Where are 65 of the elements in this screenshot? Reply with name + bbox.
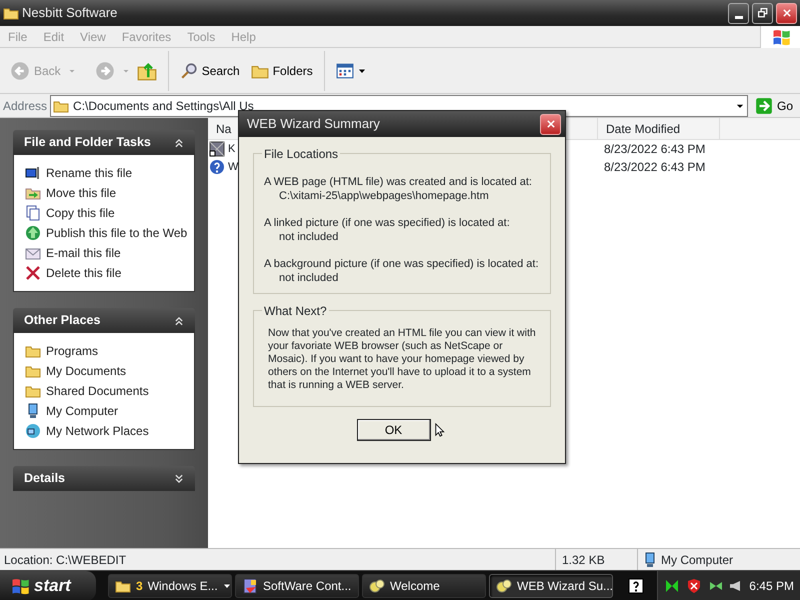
- task-link[interactable]: Copy this file: [25, 203, 183, 223]
- message-text: A WEB page (HTML file) was created and is located at:: [264, 175, 533, 189]
- close-icon: [782, 8, 792, 18]
- location-value: C:\xitami-25\app\webpages\homepage.htm: [278, 189, 490, 203]
- views-grid-icon: [336, 62, 354, 80]
- dialog-title: WEB Wizard Summary: [247, 115, 380, 134]
- restore-icon: [758, 8, 768, 18]
- task-link[interactable]: Rename this file: [25, 163, 183, 183]
- close-button[interactable]: [776, 2, 797, 24]
- message-text: Now that you've created an HTML file you can view it with your favoriate WEB browser (such as NetScape or Mosaic). If you want to have your homepage viewed by others on the Internet you'll have to upload it to a system that is running a WEB server.: [268, 327, 536, 392]
- rename-icon: [25, 165, 41, 181]
- close-icon: [546, 119, 556, 129]
- taskbar-button[interactable]: SoftWare Cont...: [235, 574, 359, 598]
- date-cell-text: 8/23/2022 6:43 PM: [603, 141, 706, 158]
- panel-header[interactable]: Details: [13, 466, 195, 491]
- folder-up-icon: [136, 60, 157, 80]
- message-text: A background picture (if one was specified) is located at:: [264, 257, 540, 271]
- taskbar-button[interactable]: Welcome: [362, 574, 486, 598]
- restore-button[interactable]: [752, 2, 773, 24]
- panel-header[interactable]: File and Folder Tasks: [13, 130, 195, 155]
- location-value: not included: [278, 271, 340, 285]
- column-header[interactable]: Date Modified: [598, 118, 720, 139]
- status-zone: My Computer: [661, 552, 734, 568]
- shield-icon: [686, 578, 702, 594]
- task-link[interactable]: Shared Documents: [25, 381, 183, 401]
- task-link[interactable]: My Network Places: [25, 421, 183, 441]
- address-label: Address: [3, 98, 48, 114]
- search-icon: [180, 62, 198, 80]
- file-name[interactable]: K: [228, 140, 236, 158]
- panel-header[interactable]: Other Places: [13, 308, 195, 333]
- minimize-icon: [734, 16, 742, 18]
- clock: 6:45 PM: [749, 578, 794, 594]
- task-link[interactable]: My Computer: [25, 401, 183, 421]
- task-link[interactable]: Programs: [25, 341, 183, 361]
- message-text: A linked picture (if one was specified) is located at:: [264, 216, 511, 230]
- task-link[interactable]: E-mail this file: [25, 243, 183, 263]
- copy-icon: [25, 205, 41, 221]
- task-link[interactable]: My Documents: [25, 361, 183, 381]
- file-name[interactable]: W: [228, 158, 238, 176]
- task-link[interactable]: Move this file: [25, 183, 183, 203]
- start-button[interactable]: start: [0, 570, 96, 600]
- collapse-chevron-icon: [174, 138, 184, 148]
- caret-icon: [222, 582, 231, 590]
- caret-icon: [358, 66, 366, 74]
- globe-icon: [25, 225, 41, 241]
- task-link[interactable]: Delete this file: [25, 263, 183, 283]
- expand-chevron-icon: [174, 474, 184, 484]
- window-title: Nesbitt Software: [22, 4, 118, 22]
- minimize-button[interactable]: [728, 2, 749, 24]
- date-cell-text: 8/23/2022 6:43 PM: [603, 159, 706, 176]
- location-value: not included: [278, 230, 340, 244]
- taskbar-button[interactable]: 3 Windows E...: [108, 574, 232, 598]
- windows-logo-icon: [770, 27, 790, 47]
- taskbar-button[interactable]: WEB Wizard Su...: [489, 574, 613, 598]
- close-button[interactable]: [540, 114, 561, 134]
- collapse-chevron-icon: [174, 316, 184, 326]
- speaker-icon: [730, 578, 740, 592]
- app-icon: [242, 578, 258, 594]
- delete-icon: [25, 265, 41, 281]
- go-button[interactable]: Go: [750, 94, 797, 116]
- help-icon: [628, 578, 644, 594]
- search-button[interactable]: Search: [176, 60, 244, 82]
- folders-button[interactable]: Folders: [246, 60, 317, 82]
- ok-button[interactable]: OK: [356, 419, 430, 441]
- tray-app-icon: [664, 578, 680, 594]
